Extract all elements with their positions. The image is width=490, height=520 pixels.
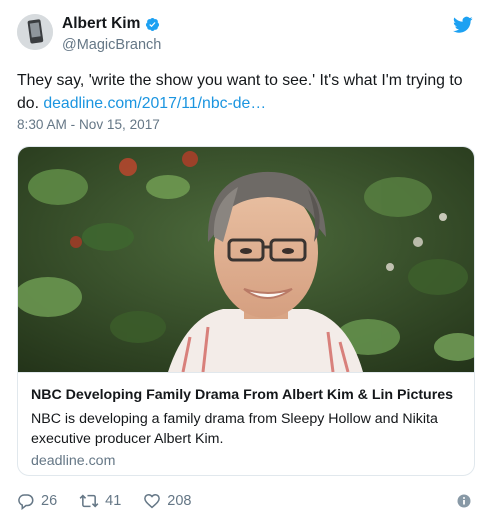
card-photo[interactable] <box>18 147 474 372</box>
retweet-count: 41 <box>105 493 122 509</box>
tweet: Albert Kim @MagicBranch They say, 'write… <box>0 0 490 520</box>
tweet-link[interactable]: deadline.com/2017/11/nbc-de… <box>43 95 266 112</box>
reply-button[interactable]: 26 <box>17 492 57 510</box>
verified-badge-icon <box>146 17 160 31</box>
card-title: NBC Developing Family Drama From Albert … <box>31 387 454 403</box>
like-count: 208 <box>167 493 192 509</box>
retweet-button[interactable]: 41 <box>79 492 121 510</box>
tweet-timestamp[interactable]: 8:30 AM - Nov 15, 2017 <box>17 117 160 132</box>
info-icon[interactable] <box>457 494 471 508</box>
heart-icon <box>144 493 161 509</box>
twitter-bird-icon[interactable] <box>453 16 473 34</box>
card-body: NBC Developing Family Drama From Albert … <box>18 372 474 475</box>
card-description: NBC is developing a family drama from Sl… <box>31 411 438 447</box>
action-bar: 26 41 208 <box>17 490 213 512</box>
author-name[interactable]: Albert Kim <box>62 15 160 33</box>
card-domain: deadline.com <box>31 453 116 469</box>
like-button[interactable]: 208 <box>143 492 191 510</box>
retweet-icon <box>79 494 99 508</box>
author-handle[interactable]: @MagicBranch <box>62 37 161 53</box>
tweet-text: They say, 'write the show you want to se… <box>17 69 477 115</box>
link-card[interactable]: NBC Developing Family Drama From Albert … <box>17 146 475 476</box>
reply-icon <box>18 494 34 510</box>
reply-count: 26 <box>41 493 58 509</box>
author-name-text: Albert Kim <box>62 15 141 32</box>
avatar[interactable] <box>17 14 53 50</box>
